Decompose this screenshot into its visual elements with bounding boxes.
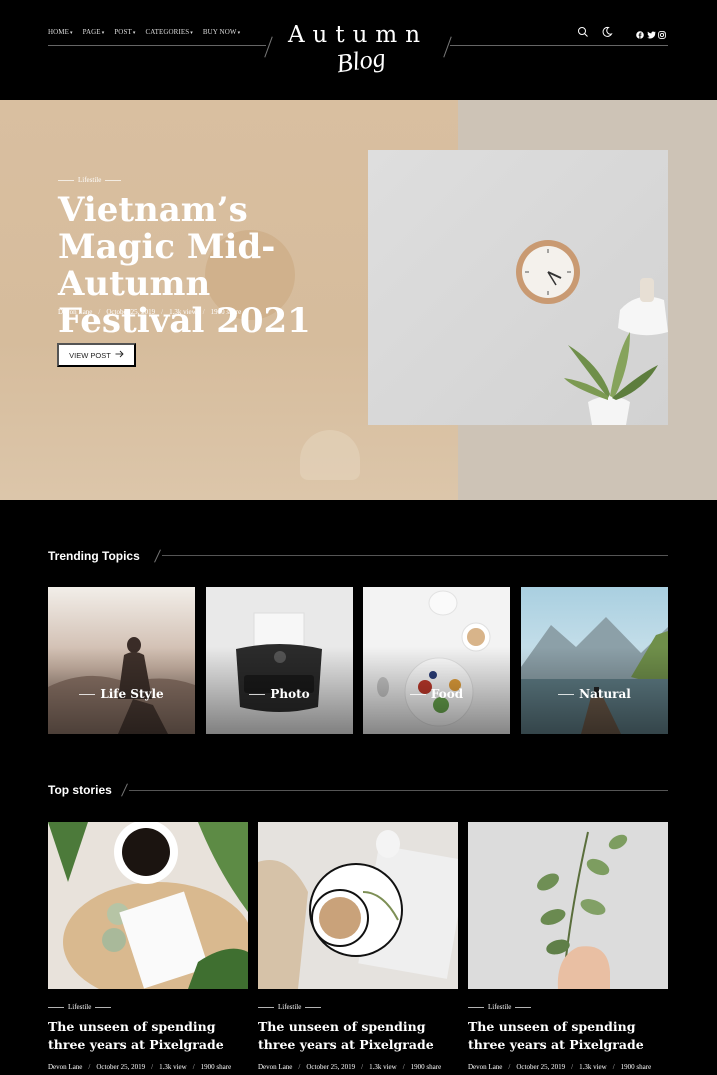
story-meta: Devon Lane / October 25, 2019 / 1.3k vie… [258,1063,442,1071]
view-post-button[interactable]: VIEW POST [57,343,136,367]
topic-label: Life Style [48,687,195,701]
nav-item-page[interactable]: PAGE▾ [83,28,105,36]
story-title[interactable]: The unseen of spending three years at Pi… [258,1018,458,1054]
section-slash [154,549,161,563]
search-icon[interactable] [577,25,589,37]
story-image[interactable] [48,822,248,989]
section-slash [121,783,128,797]
trending-topics-title: Trending Topics [48,549,140,563]
hero-title[interactable]: Vietnam’s Magic Mid-Autumn Festival 2021 [58,192,358,340]
author-name[interactable]: Devon Lane [48,1063,82,1071]
topic-label: Natural [521,687,668,701]
story-meta: Devon Lane / October 25, 2019 / 1.3k vie… [48,1063,232,1071]
post-date: October 25, 2019 [106,308,156,316]
story-image[interactable] [258,822,458,989]
author-name[interactable]: Devon Lane [258,1063,292,1071]
author-name[interactable]: Devon Lane [468,1063,502,1071]
share-count: 1900 share [210,308,242,316]
topic-card-photo[interactable]: Photo [206,587,353,734]
story-image[interactable] [468,822,668,989]
logo-wordmark: Autumn [287,22,429,48]
nav-item-buy-now[interactable]: BUY NOW▾ [203,28,240,36]
dark-mode-moon-icon[interactable] [601,25,613,37]
view-count: 1.3k view [369,1063,397,1071]
instagram-icon[interactable] [658,26,666,39]
share-count: 1900 share [620,1063,652,1071]
nav-item-categories[interactable]: CATEGORIES▾ [145,28,192,36]
story-category-tag[interactable]: Lifestile [48,1003,112,1011]
header-slash-right [443,36,452,58]
header-divider-left [48,45,266,46]
topic-card-food[interactable]: Food [363,587,510,734]
tag-dash-left [58,179,74,181]
story-category-tag[interactable]: Lifestile [468,1003,532,1011]
site-logo[interactable]: Autumn Blog [285,22,431,78]
arrow-right-icon [115,350,124,360]
main-nav: HOME▾ PAGE▾ POST▾ CATEGORIES▾ BUY NOW▾ [48,28,240,36]
hero-meta: Devon Lane / October 25, 2019 / 1.3k vie… [58,308,242,316]
share-count: 1900 share [410,1063,442,1071]
nav-item-home[interactable]: HOME▾ [48,28,73,36]
top-stories-title: Top stories [48,783,112,797]
topic-label: Photo [206,687,353,701]
nav-item-post[interactable]: POST▾ [114,28,135,36]
post-date: October 25, 2019 [516,1063,566,1071]
story-meta: Devon Lane / October 25, 2019 / 1.3k vie… [468,1063,652,1071]
view-count: 1.3k view [169,308,197,316]
twitter-icon[interactable] [647,26,656,39]
site-header: HOME▾ PAGE▾ POST▾ CATEGORIES▾ BUY NOW▾ A… [0,0,717,100]
topic-card-life-style[interactable]: Life Style [48,587,195,734]
tag-dash-right [105,179,122,181]
author-name[interactable]: Devon Lane [58,308,92,316]
post-date: October 25, 2019 [306,1063,356,1071]
share-count: 1900 share [200,1063,232,1071]
background-plant-shape [300,430,360,480]
story-title[interactable]: The unseen of spending three years at Pi… [468,1018,668,1054]
hero-featured-image[interactable] [368,150,668,425]
section-divider [162,555,668,556]
view-count: 1.3k view [579,1063,607,1071]
social-links [636,26,666,39]
header-divider-right [450,45,668,46]
post-date: October 25, 2019 [96,1063,146,1071]
view-count: 1.3k view [159,1063,187,1071]
section-divider [129,790,668,791]
story-title[interactable]: The unseen of spending three years at Pi… [48,1018,248,1054]
story-category-tag[interactable]: Lifestile [258,1003,322,1011]
topic-label: Food [363,687,510,701]
hero-category-tag[interactable]: Lifestile [58,176,122,184]
facebook-icon[interactable] [636,26,644,39]
topic-card-natural[interactable]: Natural [521,587,668,734]
hero-section: Lifestile Vietnam’s Magic Mid-Autumn Fes… [0,100,717,500]
header-slash-left [264,36,273,58]
